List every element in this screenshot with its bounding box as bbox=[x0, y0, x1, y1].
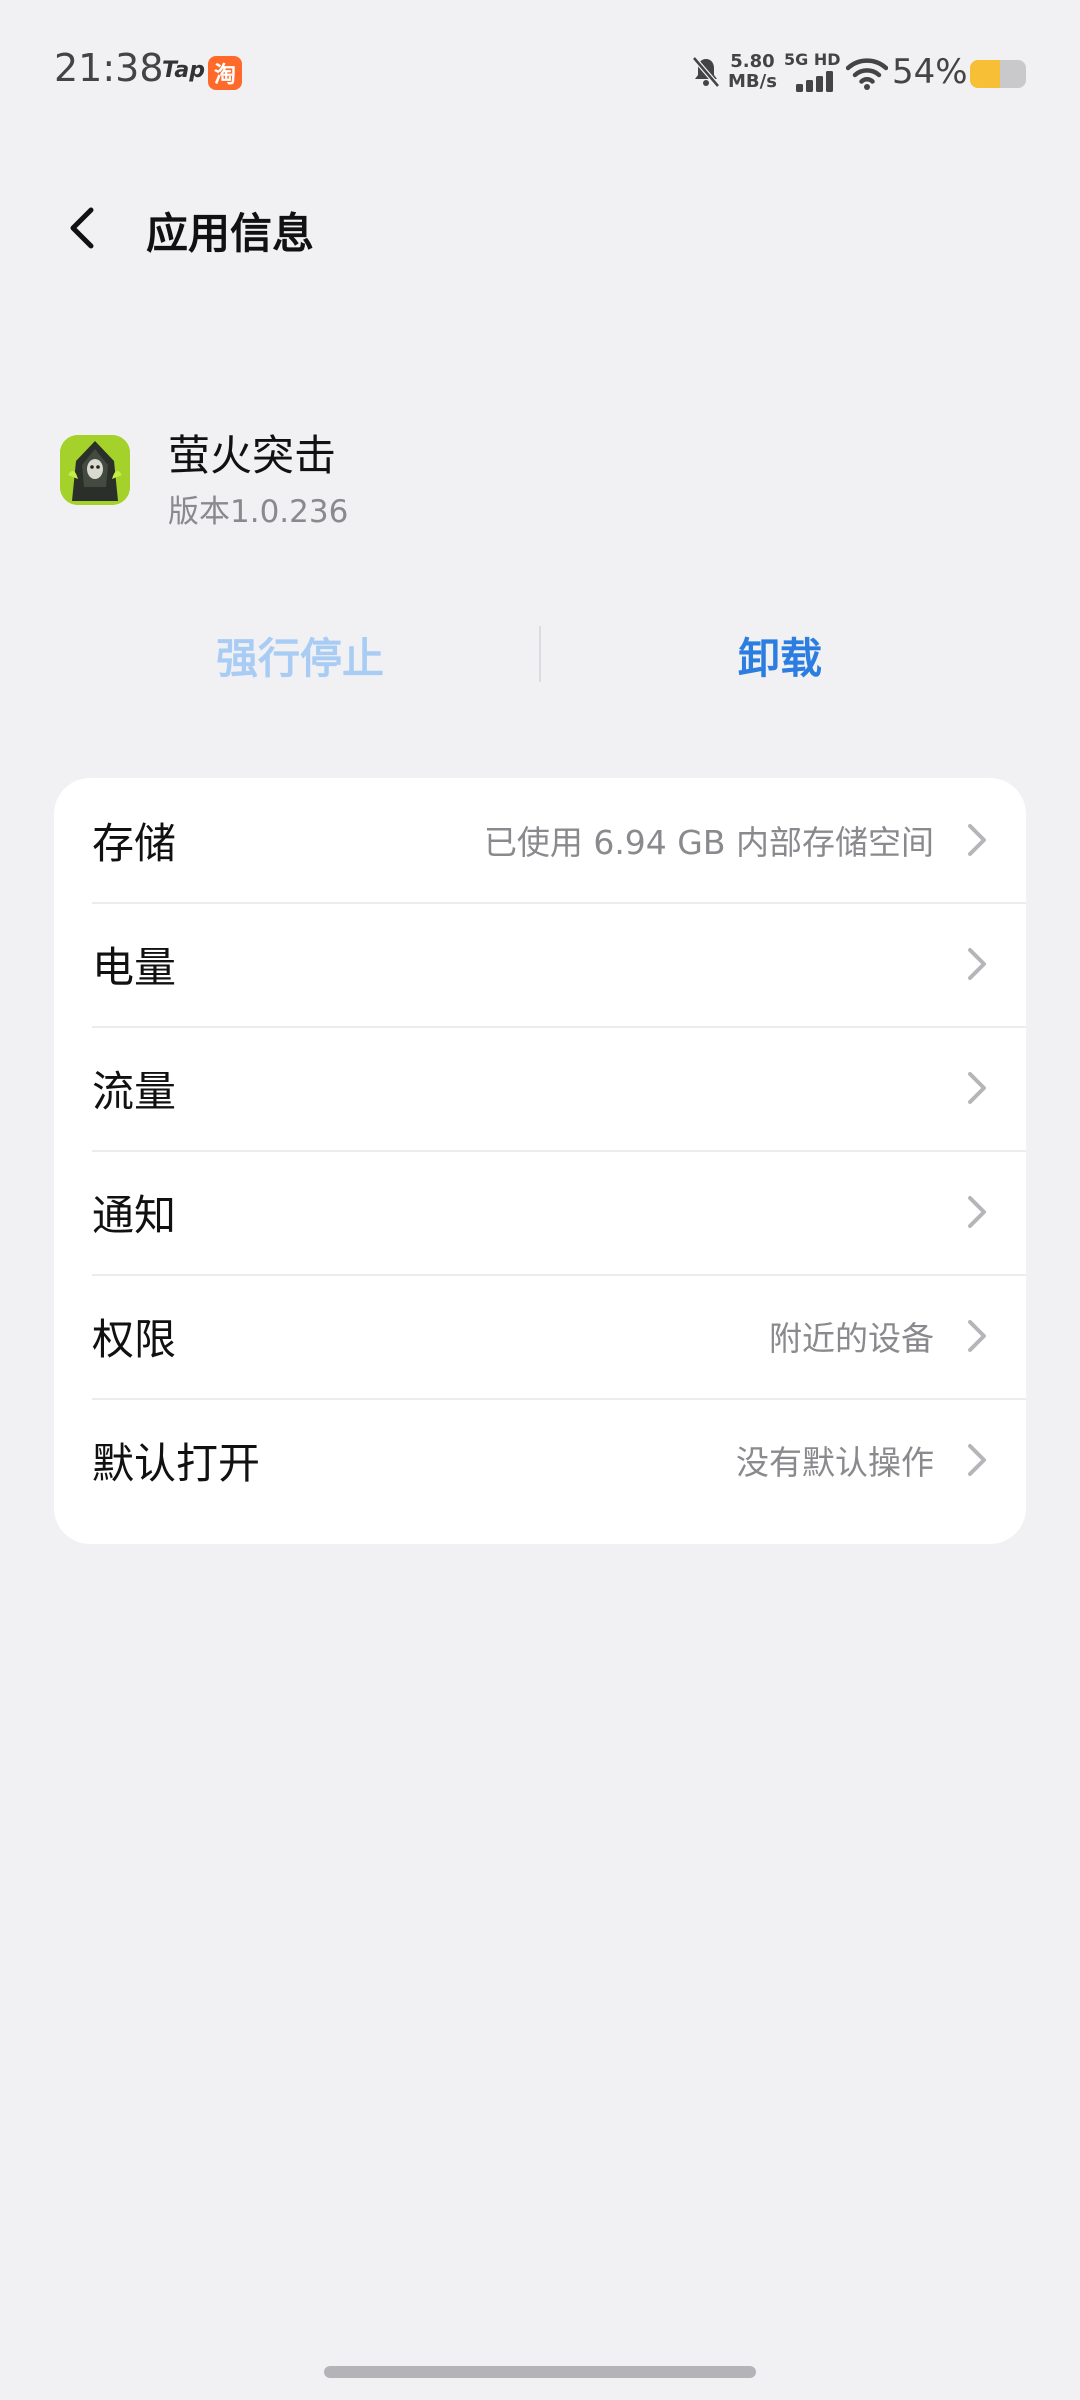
settings-item-open-by-default[interactable]: 默认打开 没有默认操作 bbox=[54, 1398, 1026, 1522]
net-speed-value: 5.80 bbox=[730, 51, 775, 72]
settings-item-label: 权限 bbox=[92, 1314, 177, 1364]
settings-item-label: 电量 bbox=[92, 942, 177, 992]
settings-item-notifications[interactable]: 通知 bbox=[54, 1150, 1026, 1274]
settings-item-value: 已使用 6.94 GB 内部存储空间 bbox=[483, 823, 934, 862]
app-actions: 强行停止 卸载 bbox=[0, 620, 1080, 690]
settings-item-label: 存储 bbox=[92, 818, 177, 868]
app-icon bbox=[60, 435, 130, 505]
settings-item-battery[interactable]: 电量 bbox=[54, 902, 1026, 1026]
bell-muted-icon bbox=[692, 56, 720, 88]
chevron-right-icon bbox=[968, 1444, 986, 1476]
chevron-right-icon bbox=[968, 1072, 986, 1104]
settings-item-value: 附近的设备 bbox=[769, 1319, 934, 1358]
tap-app-icon: Tap bbox=[162, 58, 205, 83]
settings-item-storage[interactable]: 存储 已使用 6.94 GB 内部存储空间 bbox=[54, 778, 1026, 902]
net-speed-unit: MB/s bbox=[728, 71, 777, 92]
settings-item-label: 默认打开 bbox=[92, 1438, 261, 1488]
battery-fill bbox=[970, 60, 1001, 88]
page-title: 应用信息 bbox=[146, 209, 315, 258]
header: 应用信息 bbox=[0, 190, 1080, 270]
taobao-icon: 淘 bbox=[208, 56, 242, 90]
settings-item-permissions[interactable]: 权限 附近的设备 bbox=[54, 1274, 1026, 1398]
force-stop-button[interactable]: 强行停止 bbox=[60, 620, 540, 690]
settings-item-data-usage[interactable]: 流量 bbox=[54, 1026, 1026, 1150]
settings-item-label: 流量 bbox=[92, 1066, 177, 1116]
back-button[interactable] bbox=[50, 196, 114, 260]
chevron-right-icon bbox=[968, 824, 986, 856]
settings-item-value: 没有默认操作 bbox=[736, 1443, 934, 1482]
network-type: 5G HD bbox=[784, 50, 841, 69]
battery-icon bbox=[970, 60, 1026, 88]
signal-icon bbox=[796, 71, 833, 92]
chevron-left-icon bbox=[70, 207, 94, 249]
chevron-right-icon bbox=[968, 1196, 986, 1228]
app-icon-artwork bbox=[60, 435, 130, 505]
app-name: 萤火突击 bbox=[168, 431, 337, 480]
status-bar: 21:38 Tap 淘 5.80 MB/s 5G HD 54% bbox=[0, 0, 1080, 140]
home-indicator[interactable] bbox=[324, 2366, 756, 2378]
battery-percent: 54% bbox=[892, 52, 968, 92]
uninstall-button[interactable]: 卸载 bbox=[540, 620, 1020, 690]
status-time: 21:38 bbox=[54, 46, 164, 90]
net-speed: 5.80 MB/s bbox=[728, 52, 777, 92]
chevron-right-icon bbox=[968, 1320, 986, 1352]
chevron-right-icon bbox=[968, 948, 986, 980]
wifi-icon bbox=[846, 58, 888, 90]
app-version: 版本1.0.236 bbox=[168, 494, 349, 530]
settings-card: 存储 已使用 6.94 GB 内部存储空间 电量 流量 通知 权限 附近的设备 … bbox=[54, 778, 1026, 1544]
settings-item-label: 通知 bbox=[92, 1190, 177, 1240]
